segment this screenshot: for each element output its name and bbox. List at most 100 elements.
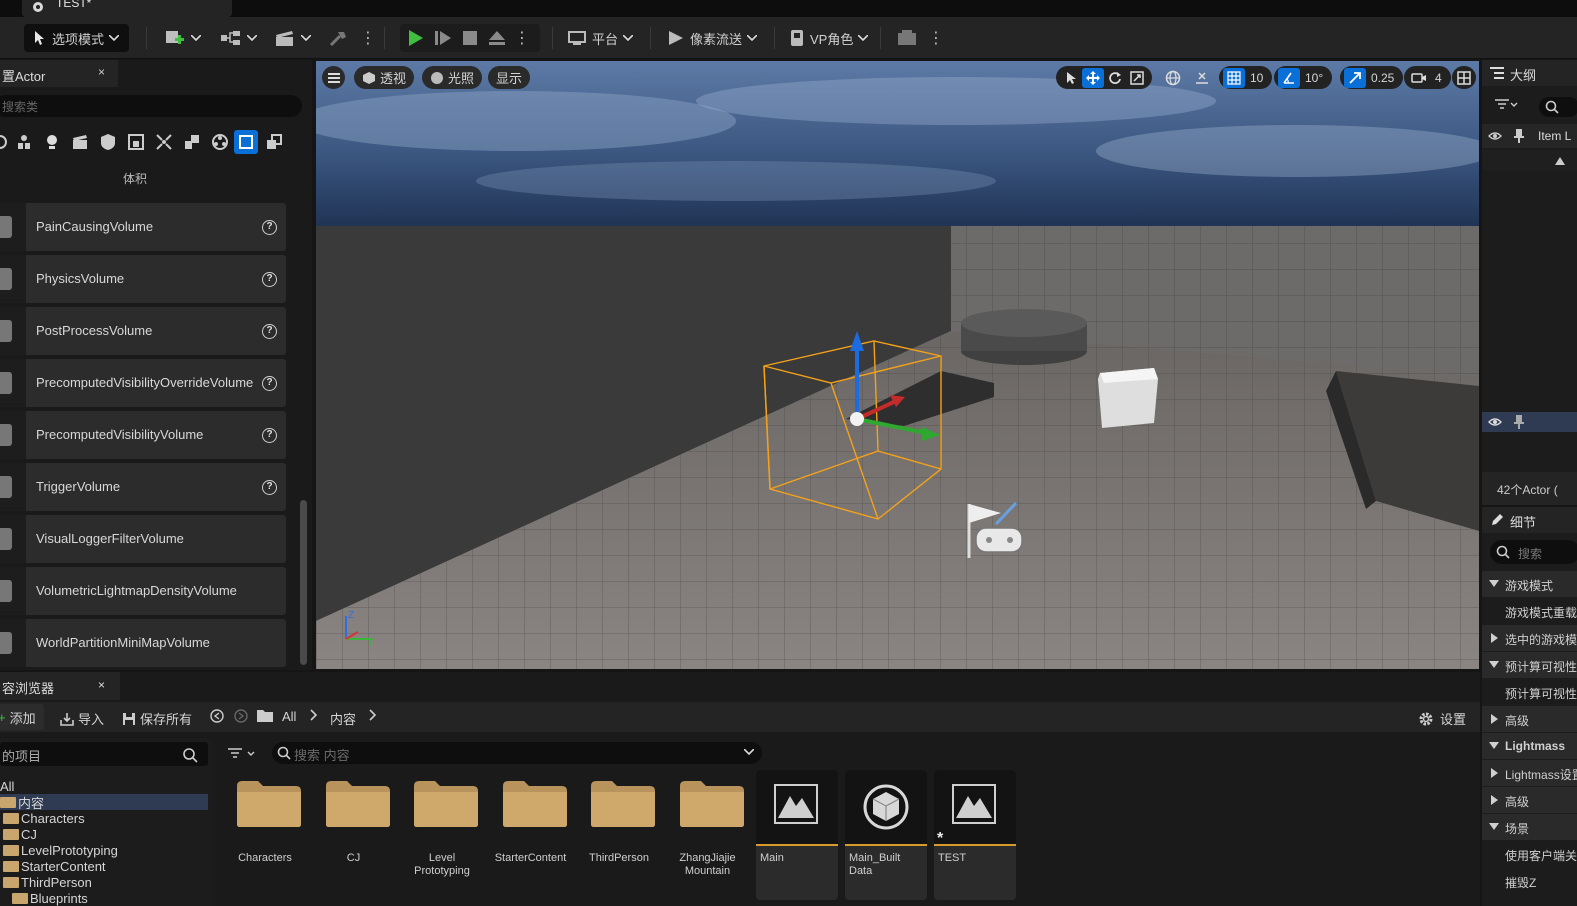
category-recent-icon[interactable] <box>0 130 12 154</box>
back-icon[interactable] <box>210 709 224 723</box>
rotation-snap-icon[interactable] <box>1278 67 1300 88</box>
details-section-header[interactable]: 预计算可视性 <box>1482 652 1577 678</box>
folder-tile[interactable]: Characters <box>224 770 306 900</box>
blueprints-button[interactable] <box>220 24 257 52</box>
folder-icon[interactable] <box>257 709 273 722</box>
platforms-button[interactable]: 平台 <box>568 24 634 52</box>
tree-item[interactable]: StarterContent <box>0 858 208 874</box>
step-forward-icon[interactable] <box>434 29 452 47</box>
tree-search-input[interactable]: 的项目 <box>0 742 208 766</box>
rotation-snap-group[interactable]: 10° <box>1274 66 1333 89</box>
outliner-search-icon[interactable] <box>1539 97 1577 117</box>
forward-icon[interactable] <box>234 709 248 723</box>
folder-tile[interactable]: StarterContent <box>490 770 572 900</box>
help-icon[interactable]: ? <box>262 480 277 495</box>
category-shapes-icon[interactable] <box>262 130 286 154</box>
perspective-button[interactable]: 透视 <box>354 66 415 89</box>
asset-tile[interactable]: Main_Built Data <box>845 770 927 900</box>
visibility-eye-icon[interactable] <box>1488 417 1502 427</box>
more-options-icon[interactable]: ⋮ <box>928 24 944 52</box>
content-browser-tab[interactable]: 容浏览器 × <box>0 672 120 700</box>
import-button[interactable]: 导入 <box>60 709 104 728</box>
view-mode-button[interactable]: 光照 <box>422 66 483 89</box>
cinematics-button[interactable] <box>274 24 311 52</box>
actor-class-item[interactable]: PainCausingVolume ? <box>0 203 286 251</box>
chevron-down-icon[interactable] <box>744 749 754 756</box>
breadcrumb-all[interactable]: All <box>282 709 296 724</box>
help-icon[interactable]: ? <box>262 220 277 235</box>
actor-class-item[interactable]: PrecomputedVisibilityVolume ? <box>0 411 286 459</box>
viewport-options-button[interactable] <box>322 66 345 89</box>
asset-search-input[interactable]: 搜索 内容 <box>272 742 762 764</box>
details-section-header[interactable]: 高级 <box>1482 787 1577 813</box>
surface-snap-icon[interactable] <box>1191 68 1213 88</box>
show-button[interactable]: 显示 <box>488 66 531 89</box>
actor-class-item[interactable]: PhysicsVolume ? <box>0 255 286 303</box>
tree-item[interactable]: 内容 <box>0 794 208 811</box>
tree-item[interactable]: LevelPrototyping <box>0 842 208 858</box>
breadcrumb-content[interactable]: 内容 <box>330 709 356 728</box>
asset-tile[interactable]: * TEST <box>934 770 1016 900</box>
move-tool-icon[interactable] <box>1082 67 1104 88</box>
details-section-header[interactable]: 场景 <box>1482 814 1577 840</box>
add-actor-button[interactable] <box>164 24 201 52</box>
more-options-icon[interactable]: ⋮ <box>360 24 376 52</box>
grid-snap-group[interactable]: 10 <box>1219 66 1273 89</box>
world-local-icon[interactable] <box>1162 68 1184 88</box>
folder-tile[interactable]: Level Prototyping <box>401 770 483 900</box>
document-tab[interactable]: TEST* <box>22 0 232 17</box>
outliner-row-selected[interactable] <box>1482 412 1577 432</box>
add-button[interactable]: + 添加 <box>0 704 44 730</box>
pixel-streaming-button[interactable]: 像素流送 <box>666 24 758 52</box>
category-lights-icon[interactable] <box>40 130 64 154</box>
save-all-button[interactable]: 保存所有 <box>122 709 192 728</box>
details-header[interactable]: 细节 <box>1482 507 1577 533</box>
actor-class-item[interactable]: VisualLoggerFilterVolume <box>0 515 286 563</box>
category-cinematic-icon[interactable] <box>68 130 92 154</box>
rotate-tool-icon[interactable] <box>1104 68 1126 88</box>
category-all-classes-icon[interactable] <box>180 130 204 154</box>
build-button[interactable] <box>328 24 348 52</box>
breadcrumb-separator-icon[interactable] <box>368 709 376 721</box>
scale-snap-icon[interactable] <box>1344 67 1366 88</box>
pin-icon[interactable] <box>1514 415 1524 429</box>
pin-icon[interactable] <box>1514 129 1524 143</box>
grid-snap-icon[interactable] <box>1223 67 1245 88</box>
select-tool-icon[interactable] <box>1060 68 1082 88</box>
tree-item[interactable]: Characters <box>0 810 208 826</box>
details-property-row[interactable]: 预计算可视性 <box>1482 679 1577 705</box>
actor-class-item[interactable]: PostProcessVolume ? <box>0 307 286 355</box>
close-icon[interactable]: × <box>98 65 105 79</box>
tree-item[interactable]: Blueprints <box>0 890 208 906</box>
scale-tool-icon[interactable] <box>1126 68 1148 88</box>
category-geometry-icon[interactable] <box>124 130 148 154</box>
details-search-input[interactable]: 搜索 <box>1490 540 1577 564</box>
details-section-header[interactable]: Lightmass设置 <box>1482 760 1577 786</box>
help-icon[interactable]: ? <box>262 428 277 443</box>
help-icon[interactable]: ? <box>262 376 277 391</box>
camera-speed-icon[interactable] <box>1408 68 1430 88</box>
folder-tile[interactable]: CJ <box>313 770 395 900</box>
scale-snap-group[interactable]: 0.25 <box>1340 66 1404 89</box>
category-pawns-icon[interactable] <box>208 130 232 154</box>
details-section-header[interactable]: 游戏模式 <box>1482 571 1577 597</box>
details-property-row[interactable]: 游戏模式重载 <box>1482 598 1577 624</box>
actor-class-item[interactable]: TriggerVolume ? <box>0 463 286 511</box>
details-property-row[interactable]: 使用客户端关卡 <box>1482 841 1577 867</box>
help-icon[interactable]: ? <box>262 272 277 287</box>
category-visual-effects-icon[interactable] <box>96 130 120 154</box>
source-control-button[interactable] <box>896 24 920 52</box>
eject-icon[interactable] <box>488 29 506 47</box>
play-icon[interactable] <box>406 29 424 47</box>
close-icon[interactable]: × <box>98 678 105 692</box>
category-basic-icon[interactable] <box>12 130 36 154</box>
details-section-header[interactable]: Lightmass <box>1482 733 1577 759</box>
category-volumes-icon[interactable] <box>234 130 258 154</box>
vp-role-button[interactable]: VP角色 <box>790 24 869 52</box>
details-property-row[interactable]: 摧毁Z <box>1482 868 1577 894</box>
visibility-eye-icon[interactable] <box>1488 131 1502 141</box>
place-actors-tab[interactable]: 置Actor × <box>0 60 118 87</box>
viewport-layout-button[interactable] <box>1452 66 1476 89</box>
camera-speed-group[interactable]: 4 <box>1404 66 1451 89</box>
play-options-icon[interactable]: ⋮ <box>514 28 530 48</box>
